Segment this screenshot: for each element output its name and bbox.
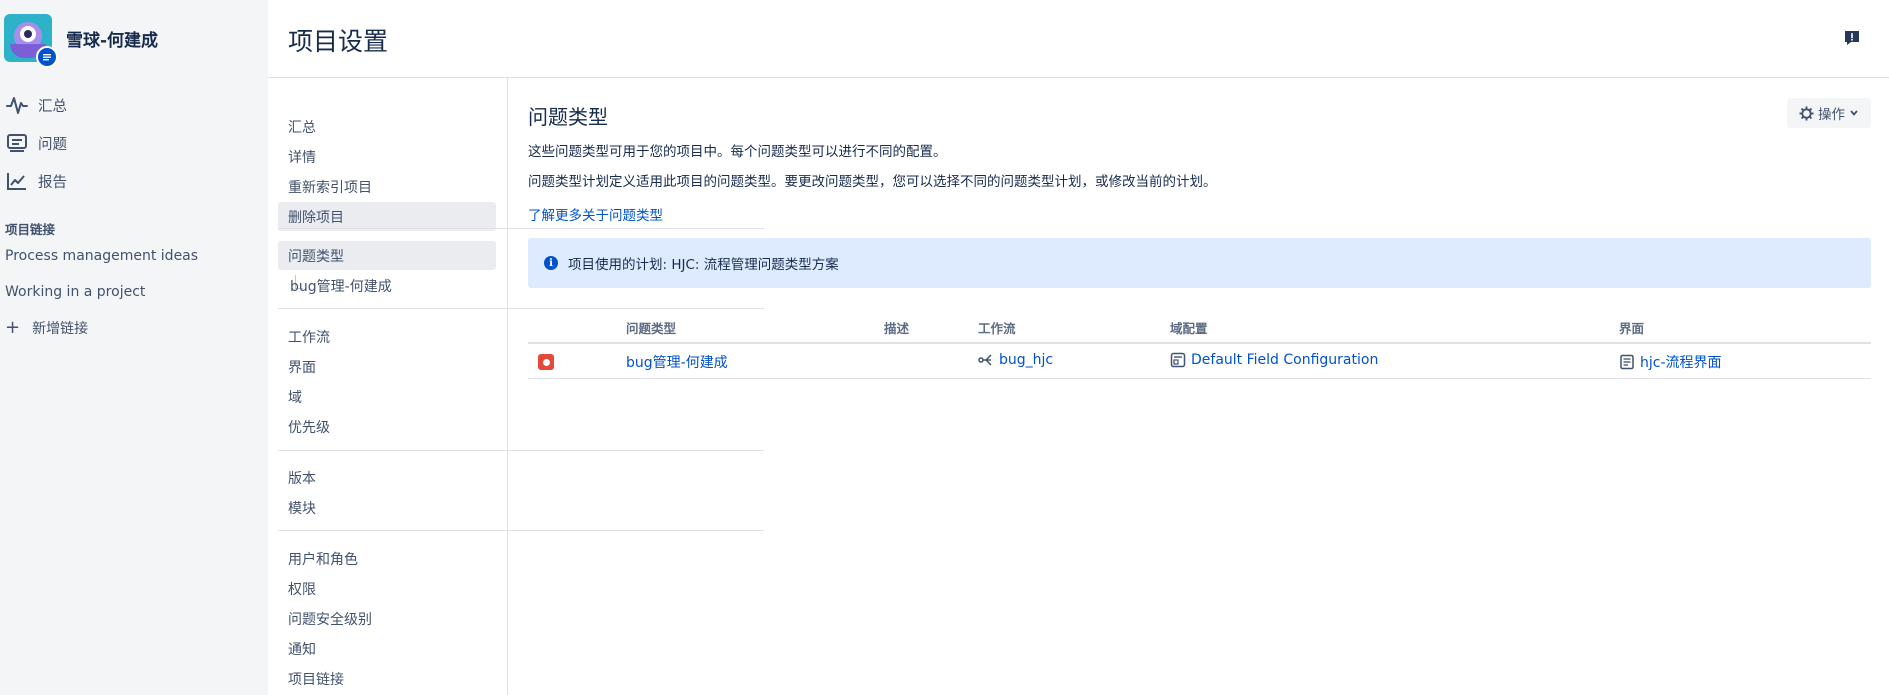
pulse-icon [6,97,28,114]
column-header-screen: 界面 [1619,321,1645,336]
vertical-divider [507,78,508,695]
settings-item-delete-project[interactable]: 删除项目 [278,202,496,231]
header-divider [268,77,1889,78]
feedback-icon[interactable] [1843,29,1861,47]
info-icon: i [544,256,558,270]
software-badge-icon [36,46,58,68]
settings-item-summary[interactable]: 汇总 [278,112,764,141]
settings-subitem-bug-scheme[interactable]: bug管理-何建成 [290,276,392,296]
settings-item-project-links[interactable]: 项目链接 [278,664,764,693]
settings-item-users-roles[interactable]: 用户和角色 [278,544,764,573]
field-config-cell: Default Field Configuration [1170,352,1378,368]
sidebar-item-label: 报告 [38,174,67,191]
column-header-issue-type: 问题类型 [626,321,677,336]
field-config-icon [1170,352,1186,368]
workflow-icon [978,354,992,366]
settings-item-priorities[interactable]: 优先级 [278,412,764,441]
settings-item-issue-security[interactable]: 问题安全级别 [278,604,764,633]
settings-item-versions[interactable]: 版本 [278,463,764,492]
nav-separator [278,228,764,229]
workflow-cell: bug_hjc [978,352,1053,368]
table-row-divider [528,378,1871,379]
scheme-info-box: i 项目使用的计划: HJC: 流程管理问题类型方案 [528,238,1871,288]
add-link-label: 新增链接 [32,321,89,337]
screen-link[interactable]: hjc-流程界面 [1640,352,1722,372]
issues-icon [7,134,27,152]
project-link[interactable]: Working in a project [5,284,145,300]
description-line-2: 问题类型计划定义适用此项目的问题类型。要更改问题类型，您可以选择不同的问题类型计… [528,174,1217,190]
scheme-info-text: 项目使用的计划: HJC: 流程管理问题类型方案 [568,257,839,273]
learn-more-link[interactable]: 了解更多关于问题类型 [528,204,663,224]
nav-separator [278,450,764,451]
settings-item-workflows[interactable]: 工作流 [278,322,764,351]
sidebar-item-label: 汇总 [38,98,67,115]
sidebar-item-summary[interactable]: 汇总 [0,86,268,124]
actions-label: 操作 [1818,107,1845,123]
project-name[interactable]: 雪球-何建成 [66,26,158,51]
column-header-field-config: 域配置 [1170,321,1208,336]
screen-cell: hjc-流程界面 [1619,352,1722,372]
sidebar-item-issues[interactable]: 问题 [0,124,268,162]
nav-separator [278,530,764,531]
field-config-link[interactable]: Default Field Configuration [1191,352,1378,368]
screen-icon [1620,354,1634,370]
gear-icon [1799,105,1814,121]
project-sidebar: 雪球-何建成 汇总 问题 报告 项目链接 Process management … [0,0,268,695]
project-header[interactable]: 雪球-何建成 [4,14,158,68]
page-title: 项目设置 [288,27,389,56]
sidebar-item-label: 问题 [38,136,67,153]
settings-item-permissions[interactable]: 权限 [278,574,764,603]
chart-icon [7,173,26,190]
issue-type-link[interactable]: bug管理-何建成 [626,352,728,372]
plus-icon: + [5,317,21,338]
actions-button[interactable]: 操作 [1787,98,1871,128]
description-line-1: 这些问题类型可用于您的项目中。每个问题类型可以进行不同的配置。 [528,144,947,160]
add-link-button[interactable]: + 新增链接 [5,318,88,338]
workflow-link[interactable]: bug_hjc [999,352,1053,368]
project-link[interactable]: Process management ideas [5,248,198,264]
chevron-down-icon [1850,110,1858,116]
project-links-heading: 项目链接 [5,222,56,237]
settings-item-fields[interactable]: 域 [278,382,764,411]
settings-nav: 汇总 详情 重新索引项目 删除项目 问题类型 工作流 界面 域 优先级 版本 模… [268,78,764,695]
nav-separator [278,308,764,309]
project-avatar[interactable] [4,14,58,68]
bug-icon [538,354,554,370]
settings-item-notifications[interactable]: 通知 [278,634,764,663]
column-header-description: 描述 [884,321,910,336]
content-title: 问题类型 [528,105,608,129]
table-header-divider [528,342,1871,344]
column-header-workflow: 工作流 [978,321,1016,336]
settings-item-components[interactable]: 模块 [278,493,764,522]
settings-item-issue-types[interactable]: 问题类型 [278,241,496,270]
sidebar-item-reports[interactable]: 报告 [0,162,268,200]
